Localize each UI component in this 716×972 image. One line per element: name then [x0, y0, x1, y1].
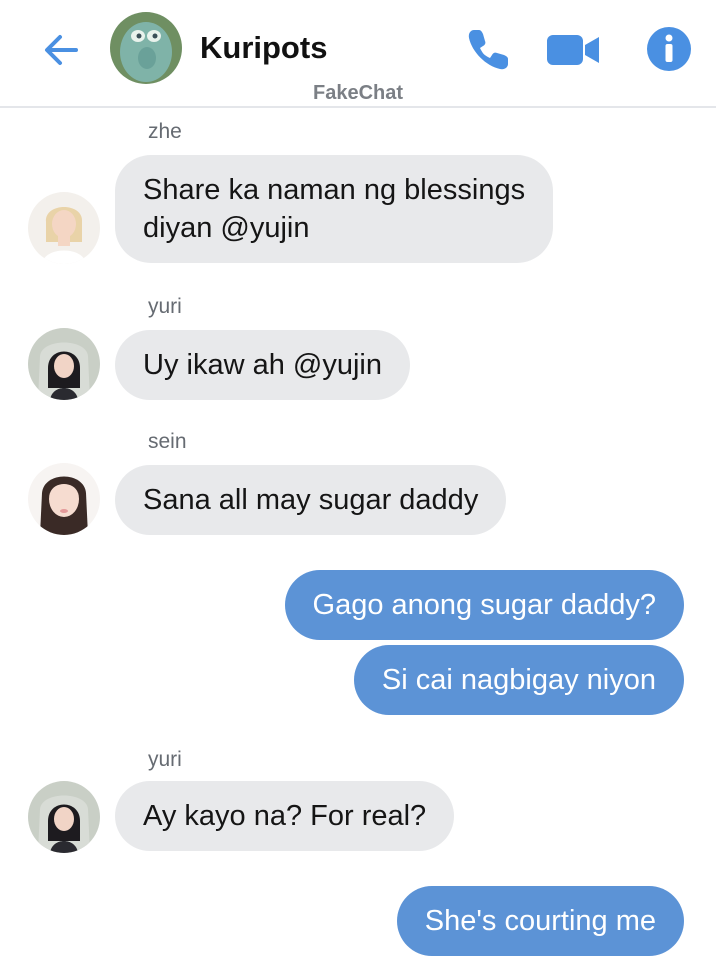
message-text: Sana all may sugar daddy [143, 483, 479, 516]
sender-name: yuri [148, 295, 182, 318]
message-bubble[interactable]: Share ka naman ng blessings diyan @yujin [115, 155, 554, 263]
chat-header: Kuripots FakeChat [0, 0, 716, 108]
message-text: Uy ikaw ah @yujin [143, 348, 382, 381]
avatar-yuri[interactable] [28, 781, 100, 853]
back-arrow-icon[interactable] [38, 26, 86, 74]
message-bubble[interactable]: Gago anong sugar daddy? [284, 570, 684, 640]
chat-title: Kuripots [200, 30, 328, 65]
message-bubble[interactable]: Ay kayo na? For real? [115, 781, 455, 851]
group-avatar[interactable] [110, 12, 182, 84]
app-watermark: FakeChat [312, 82, 404, 104]
message-text: Share ka naman ng blessings [143, 174, 526, 206]
video-camera-icon[interactable] [545, 32, 601, 68]
message-text: Si cai nagbigay niyon [381, 663, 656, 696]
sender-name: sein [148, 430, 187, 453]
avatar-yuri[interactable] [28, 328, 100, 400]
message-text: Gago anong sugar daddy? [312, 588, 656, 621]
info-icon[interactable] [645, 25, 693, 73]
message-text: She's courting me [424, 904, 656, 937]
avatar-zhe[interactable] [28, 192, 100, 264]
sender-name: zhe [148, 120, 182, 143]
avatar-sein[interactable] [28, 463, 100, 535]
phone-icon[interactable] [462, 24, 514, 76]
message-bubble[interactable]: She's courting me [396, 886, 684, 956]
message-bubble[interactable]: Si cai nagbigay niyon [353, 645, 684, 715]
message-bubble[interactable]: Uy ikaw ah @yujin [115, 330, 410, 400]
sender-name: yuri [148, 748, 182, 771]
message-text: diyan @yujin [143, 212, 310, 244]
message-bubble[interactable]: Sana all may sugar daddy [115, 465, 507, 535]
message-text: Ay kayo na? For real? [143, 799, 427, 832]
